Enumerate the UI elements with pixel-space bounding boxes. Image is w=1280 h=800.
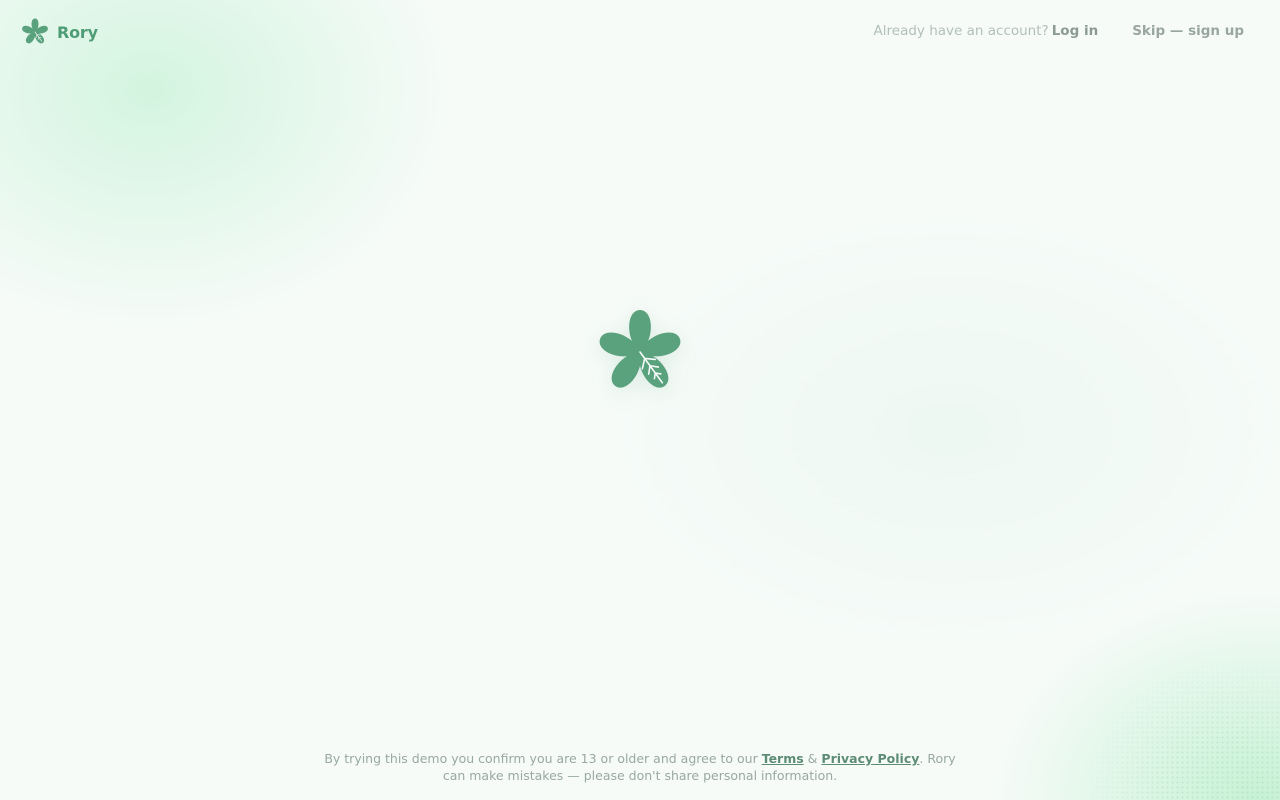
legal-footer: By trying this demo you confirm you are …	[0, 750, 1280, 784]
footer-line-2: can make mistakes — please don't share p…	[442, 768, 838, 783]
clover-leaf-icon	[599, 310, 681, 388]
brand-home-link[interactable]: Rory	[19, 16, 98, 48]
login-prompt-text: Already have an account?	[873, 23, 1049, 39]
header-nav: Already have an account? Log in Skip — s…	[874, 23, 1244, 39]
login-link[interactable]: Log in	[1052, 23, 1098, 39]
terms-link[interactable]: Terms	[762, 751, 804, 766]
footer-line-1: By trying this demo you confirm you are …	[0, 750, 1280, 767]
top-header: Rory Already have an account? Log in Ski…	[0, 0, 1280, 64]
privacy-policy-link[interactable]: Privacy Policy	[821, 751, 919, 766]
footer-text-after: . Rory	[919, 751, 956, 766]
footer-text: By trying this demo you confirm you are …	[324, 751, 758, 766]
brand-name: Rory	[57, 22, 98, 42]
center-logo	[590, 302, 690, 402]
footer-ampersand: &	[807, 751, 818, 766]
clover-leaf-icon	[22, 18, 48, 44]
skip-sign-up-link[interactable]: Skip — sign up	[1132, 23, 1244, 39]
